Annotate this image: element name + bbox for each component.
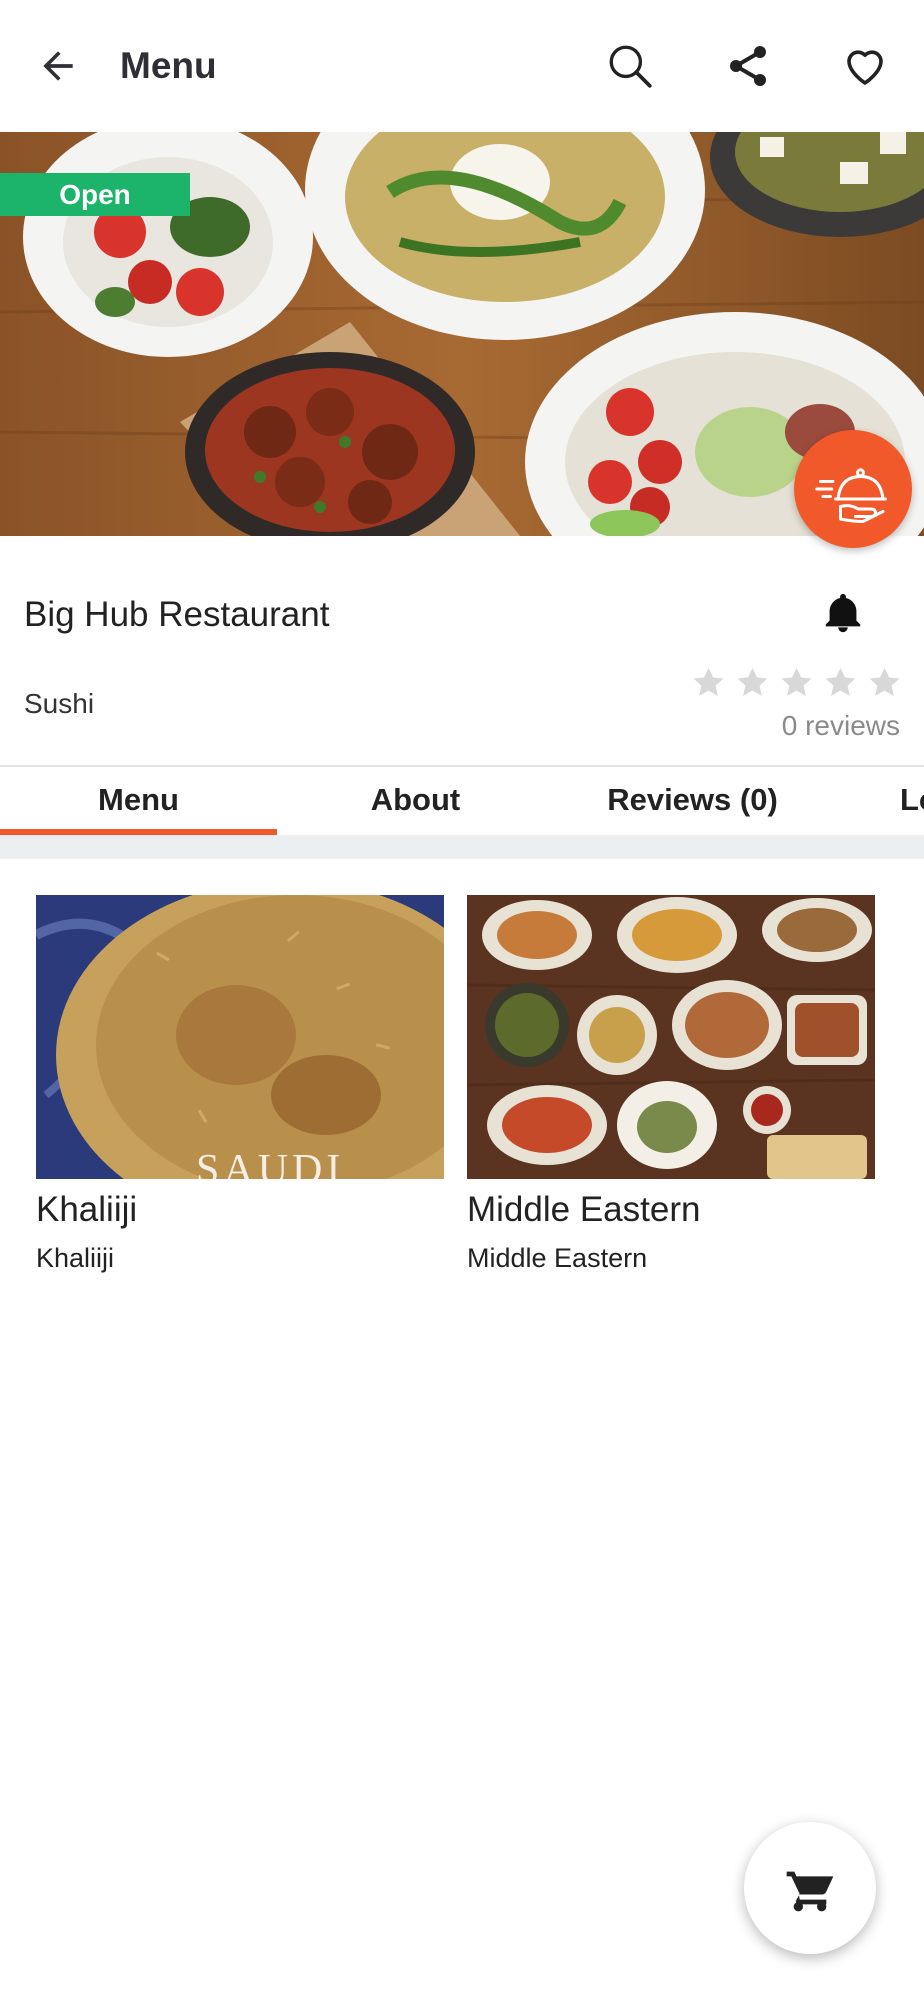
back-button[interactable]	[28, 36, 88, 96]
category-subtitle: Khaliiji	[36, 1243, 115, 1273]
rating-stars	[690, 664, 903, 701]
page-title: Menu	[120, 45, 217, 86]
image-overlay-text: SAUDI	[196, 1147, 344, 1179]
category-subtitle: Middle Eastern	[467, 1243, 648, 1273]
bell-icon	[825, 593, 861, 633]
restaurant-name: Big Hub Restaurant	[24, 595, 330, 634]
star-icon	[737, 667, 768, 696]
star-icon	[825, 667, 856, 696]
tab-location[interactable]: Lo	[900, 767, 924, 833]
category-title[interactable]: Khaliiji	[36, 1190, 137, 1230]
arrow-left-icon	[43, 51, 73, 81]
share-button[interactable]	[712, 30, 784, 102]
favorite-button[interactable]	[829, 30, 901, 102]
star-icon	[693, 667, 724, 696]
cart-icon	[786, 1871, 834, 1912]
search-icon	[609, 45, 652, 88]
star-icon	[869, 667, 900, 696]
heart-icon	[847, 50, 883, 85]
tab-reviews[interactable]: Reviews (0)	[554, 767, 831, 833]
restaurant-cuisine: Sushi	[24, 688, 95, 719]
share-icon	[730, 46, 766, 86]
delivery-button[interactable]	[794, 430, 912, 548]
cart-button[interactable]	[744, 1822, 876, 1954]
star-icon	[781, 667, 812, 696]
tab-about[interactable]: About	[277, 767, 554, 833]
search-button[interactable]	[594, 30, 666, 102]
category-title[interactable]: Middle Eastern	[467, 1190, 700, 1230]
delivery-cloche-icon	[815, 468, 887, 523]
category-card-image-middle-eastern[interactable]	[467, 895, 875, 1179]
notify-button[interactable]	[815, 585, 871, 641]
tab-menu[interactable]: Menu	[0, 767, 277, 833]
tab-bar: Menu About Reviews (0) Lo	[0, 767, 924, 837]
status-badge: Open	[0, 173, 190, 216]
category-card-image-khaliiji[interactable]: SAUDI	[36, 895, 444, 1179]
section-separator	[0, 835, 924, 859]
reviews-count: 0 reviews	[781, 710, 900, 741]
